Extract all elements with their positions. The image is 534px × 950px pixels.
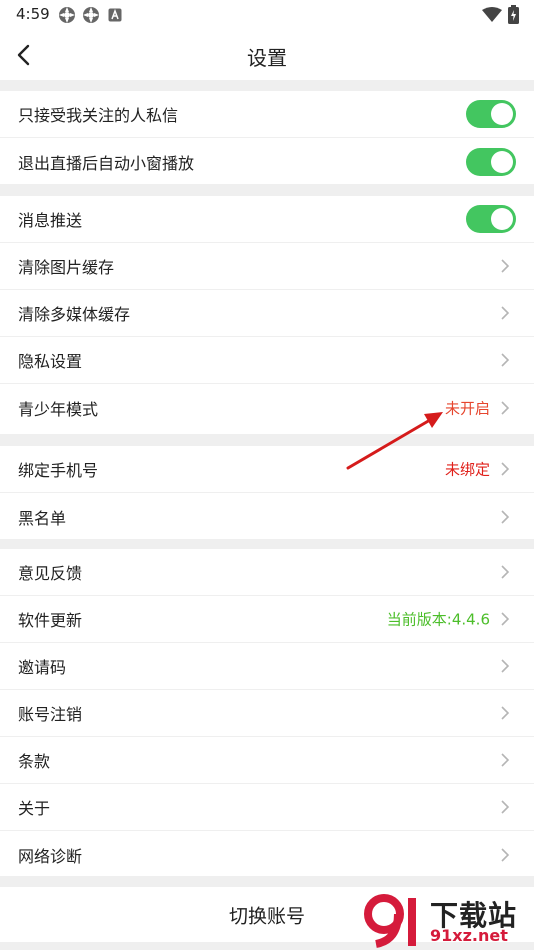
settings-row-software-update[interactable]: 软件更新 当前版本:4.4.6 [0,596,534,643]
chevron-right-icon [501,753,510,767]
settings-row-terms[interactable]: 条款 [0,737,534,784]
nav-bar: 设置 [0,30,534,80]
settings-group-about: 意见反馈 软件更新 当前版本:4.4.6 邀请码 账号注销 条款 关于 网络诊断 [0,549,534,876]
app-notification-icon [83,7,99,23]
row-label: 条款 [18,752,51,771]
watermark-logo-icon [364,894,416,948]
chevron-right-icon [501,400,510,415]
toggle-knob [491,208,513,230]
row-label: 黑名单 [18,508,67,528]
toggle-switch[interactable] [466,205,516,233]
toggle-knob [491,150,513,173]
chevron-right-icon [501,847,510,862]
current-version-text: 当前版本:4.4.6 [386,610,490,629]
status-time: 4:59 [16,5,50,23]
chevron-right-icon [501,565,510,579]
settings-row-teen-mode[interactable]: 青少年模式 未开启 [0,384,534,431]
watermark-en-text: 91xz.net [430,926,508,945]
chevron-right-icon [501,509,510,524]
settings-row-privacy[interactable]: 隐私设置 [0,337,534,384]
row-label: 邀请码 [18,658,67,677]
font-notification-icon [108,8,122,22]
chevron-right-icon [501,259,510,273]
row-label: 意见反馈 [18,564,83,583]
row-label: 账号注销 [18,705,83,724]
row-label: 绑定手机号 [18,461,99,480]
chevron-right-icon [501,353,510,367]
chevron-right-icon [501,612,510,626]
row-label: 网络诊断 [18,846,83,866]
settings-row-clear-media-cache[interactable]: 清除多媒体缓存 [0,290,534,337]
toggle-switch[interactable] [466,100,516,128]
wifi-icon [482,7,502,22]
toggle-knob [491,103,513,125]
settings-group-general: 消息推送 清除图片缓存 清除多媒体缓存 隐私设置 青少年模式 未开启 [0,196,534,434]
row-label: 退出直播后自动小窗播放 [18,153,195,173]
battery-icon [508,5,519,24]
chevron-right-icon [501,706,510,720]
settings-row-blacklist[interactable]: 黑名单 [0,493,534,540]
settings-row-feedback[interactable]: 意见反馈 [0,549,534,596]
row-label: 消息推送 [18,211,83,230]
chevron-right-icon [501,800,510,814]
status-bar: 4:59 [0,0,534,30]
phone-bind-status: 未绑定 [444,460,490,479]
settings-row-auto-mini-window: 退出直播后自动小窗播放 [0,138,534,185]
settings-group-account: 绑定手机号 未绑定 黑名单 [0,446,534,539]
app-notification-icon [59,7,75,23]
row-label: 清除图片缓存 [18,258,115,277]
toggle-switch[interactable] [466,147,516,176]
teen-mode-status: 未开启 [444,399,490,417]
row-label: 关于 [18,799,51,818]
settings-row-about[interactable]: 关于 [0,784,534,831]
page-title: 设置 [247,46,287,70]
settings-row-clear-image-cache[interactable]: 清除图片缓存 [0,243,534,290]
site-watermark: 下载站 91xz.net [360,888,534,950]
settings-row-push: 消息推送 [0,196,534,243]
settings-row-invite-code[interactable]: 邀请码 [0,643,534,690]
row-label: 隐私设置 [18,352,83,371]
chevron-right-icon [501,659,510,673]
settings-group-privacy: 只接受我关注的人私信 退出直播后自动小窗播放 [0,91,534,184]
chevron-right-icon [501,462,510,476]
settings-row-bind-phone[interactable]: 绑定手机号 未绑定 [0,446,534,493]
settings-row-dm-followed-only: 只接受我关注的人私信 [0,91,534,138]
row-label: 只接受我关注的人私信 [18,106,179,125]
settings-row-delete-account[interactable]: 账号注销 [0,690,534,737]
row-label: 清除多媒体缓存 [18,305,131,324]
row-label: 软件更新 [18,611,83,630]
chevron-right-icon [501,306,510,320]
settings-row-network-diagnosis[interactable]: 网络诊断 [0,831,534,878]
row-label: 青少年模式 [18,399,99,419]
